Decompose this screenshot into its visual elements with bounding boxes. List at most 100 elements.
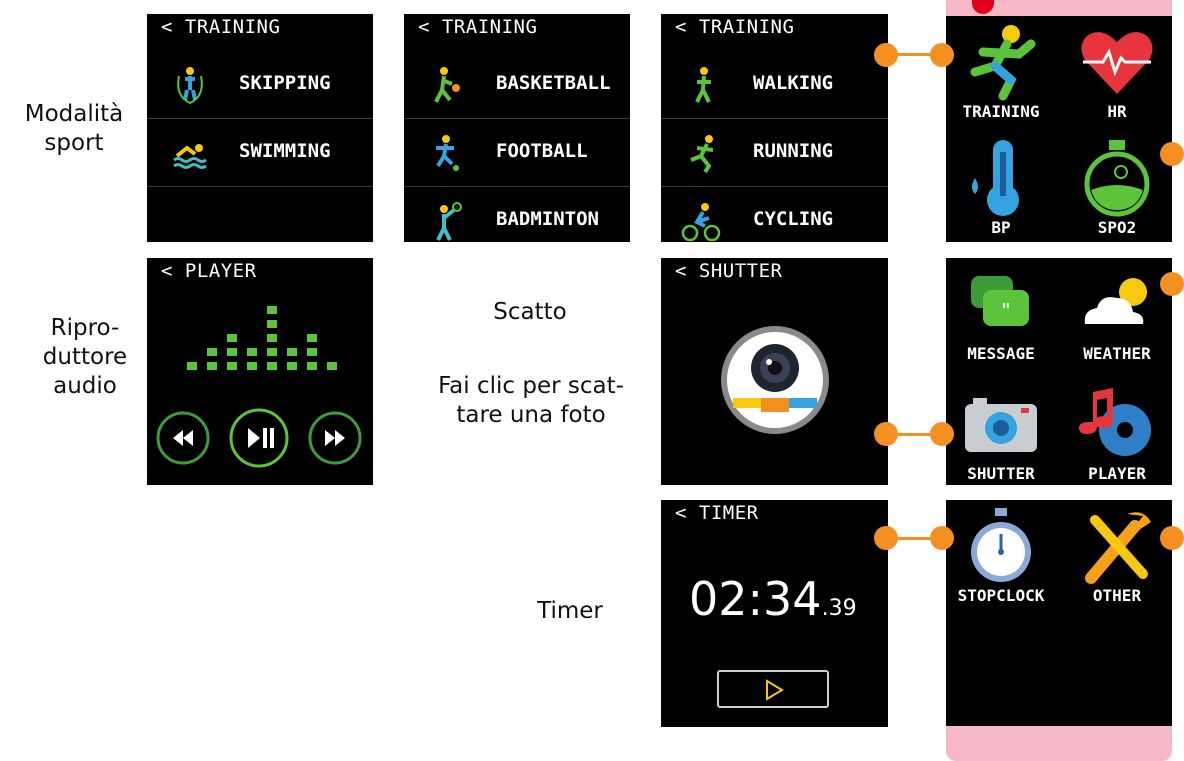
app-label: HR — [1107, 102, 1127, 121]
app-weather[interactable]: WEATHER — [1062, 258, 1172, 378]
divider — [404, 118, 630, 119]
divider — [147, 186, 373, 187]
training-screen-3: < TRAINING WALKING RUNNING CYCLING — [661, 14, 888, 242]
walking-icon — [695, 67, 711, 103]
play-icon — [766, 679, 784, 701]
connector-dot — [930, 43, 954, 67]
caption-timer: Timer — [537, 598, 603, 624]
rewind-icon[interactable] — [155, 410, 211, 466]
watch-band-bottom — [946, 726, 1172, 761]
timer-fraction: .39 — [821, 596, 857, 621]
divider — [147, 118, 373, 119]
training-screen-2: < TRAINING BASKETBALL FOOTBALL BADMINTON — [404, 14, 630, 242]
list-item-label: SWIMMING — [239, 140, 331, 162]
timer-main: 02:34 — [689, 572, 822, 626]
caption-shutter-title: Scatto — [493, 299, 567, 325]
divider — [404, 186, 630, 187]
equalizer-graphic — [187, 306, 337, 370]
training-screen-1: < TRAINING SKIPPING SWIMMING — [147, 14, 373, 242]
list-item-football[interactable]: FOOTBALL — [404, 120, 630, 186]
message-icon: " — [971, 276, 1029, 326]
running-icon — [690, 135, 714, 174]
app-label: MESSAGE — [967, 344, 1035, 363]
list-item-label: BADMINTON — [496, 208, 599, 230]
svg-text:": " — [1001, 300, 1010, 321]
menu-screen-3: STOPCLOCK OTHER — [946, 500, 1172, 726]
app-label: SHUTTER — [967, 464, 1035, 483]
caption-sport-mode: Modalità sport — [4, 100, 144, 158]
play-pause-icon[interactable] — [227, 406, 291, 470]
caption-line: Fai clic per scat- — [438, 373, 624, 399]
list-item-badminton[interactable]: BADMINTON — [404, 188, 630, 242]
list-item-label: FOOTBALL — [496, 140, 588, 162]
caption-line: tare una foto — [456, 402, 606, 428]
app-label: BP — [991, 218, 1011, 237]
music-disc-icon — [1079, 388, 1151, 456]
app-label: STOPCLOCK — [957, 586, 1045, 605]
menu-screen-2: " MESSAGE WEATHER SHUTTER PLAYER — [946, 258, 1172, 485]
tools-icon — [1085, 512, 1151, 584]
list-item-label: RUNNING — [753, 140, 834, 162]
caption-line: Ripro- — [50, 315, 120, 341]
caption-audio-player: Ripro- duttore audio — [20, 314, 150, 401]
list-item-running[interactable]: RUNNING — [661, 120, 888, 186]
badminton-icon — [436, 202, 462, 241]
app-stopclock[interactable]: STOPCLOCK — [946, 500, 1056, 620]
back-header[interactable]: < TRAINING — [161, 16, 280, 38]
list-item-swimming[interactable]: SWIMMING — [147, 120, 373, 186]
app-bp[interactable]: BP — [946, 132, 1056, 242]
connector-dot — [1160, 272, 1184, 296]
camera-shutter-icon[interactable] — [719, 324, 831, 436]
player-screen: < PLAYER — [147, 258, 373, 485]
connector-dot — [874, 526, 898, 550]
caption-shutter-desc: Fai clic per scat- tare una foto — [396, 372, 666, 430]
divider — [661, 118, 888, 119]
caption-line: sport — [44, 130, 104, 156]
connector-dot — [874, 422, 898, 446]
connector-dot — [930, 526, 954, 550]
list-item-basketball[interactable]: BASKETBALL — [404, 52, 630, 118]
timer-display: 02:34.39 — [689, 572, 857, 626]
fast-forward-icon[interactable] — [307, 410, 363, 466]
app-player[interactable]: PLAYER — [1062, 378, 1172, 485]
shutter-screen: < SHUTTER — [661, 258, 888, 485]
caption-line: Modalità — [24, 101, 124, 127]
back-header[interactable]: < PLAYER — [161, 260, 257, 282]
app-hr[interactable]: HR — [1062, 16, 1172, 136]
app-label: WEATHER — [1083, 344, 1151, 363]
connector-dot — [874, 43, 898, 67]
thermometer-icon — [972, 140, 1019, 216]
back-header[interactable]: < TRAINING — [418, 16, 537, 38]
back-header[interactable]: < TRAINING — [675, 16, 794, 38]
list-item-skipping[interactable]: SKIPPING — [147, 52, 373, 118]
caption-line: duttore — [42, 344, 128, 370]
runner-icon — [970, 25, 1036, 101]
app-label: SPO2 — [1097, 218, 1137, 237]
app-spo2[interactable]: SPO2 — [1062, 132, 1172, 242]
timer-start-button[interactable] — [717, 670, 829, 708]
app-message[interactable]: " MESSAGE — [946, 258, 1056, 378]
cycling-icon — [681, 203, 721, 242]
list-item-walking[interactable]: WALKING — [661, 52, 888, 118]
oxygen-flask-icon — [1084, 140, 1150, 217]
divider — [661, 186, 888, 187]
stopwatch-icon — [971, 508, 1031, 582]
list-item-label: BASKETBALL — [496, 72, 611, 94]
list-item-label: SKIPPING — [239, 72, 331, 94]
list-item-label: WALKING — [753, 72, 834, 94]
swimming-icon — [173, 144, 207, 169]
app-label: PLAYER — [1088, 464, 1146, 483]
list-item-cycling[interactable]: CYCLING — [661, 188, 888, 242]
back-header[interactable]: < SHUTTER — [675, 260, 782, 282]
skipping-icon — [177, 67, 203, 105]
app-shutter[interactable]: SHUTTER — [946, 378, 1056, 485]
heart-rate-icon — [1081, 32, 1153, 94]
connector-dot — [1160, 526, 1184, 550]
back-header[interactable]: < TIMER — [675, 502, 759, 524]
app-other[interactable]: OTHER — [1062, 500, 1172, 620]
menu-screen-1: TRAINING HR BP SPO2 — [946, 16, 1172, 242]
app-training[interactable]: TRAINING — [946, 16, 1056, 136]
camera-icon — [965, 398, 1037, 452]
connector-dot — [930, 422, 954, 446]
app-label: OTHER — [1092, 586, 1142, 605]
